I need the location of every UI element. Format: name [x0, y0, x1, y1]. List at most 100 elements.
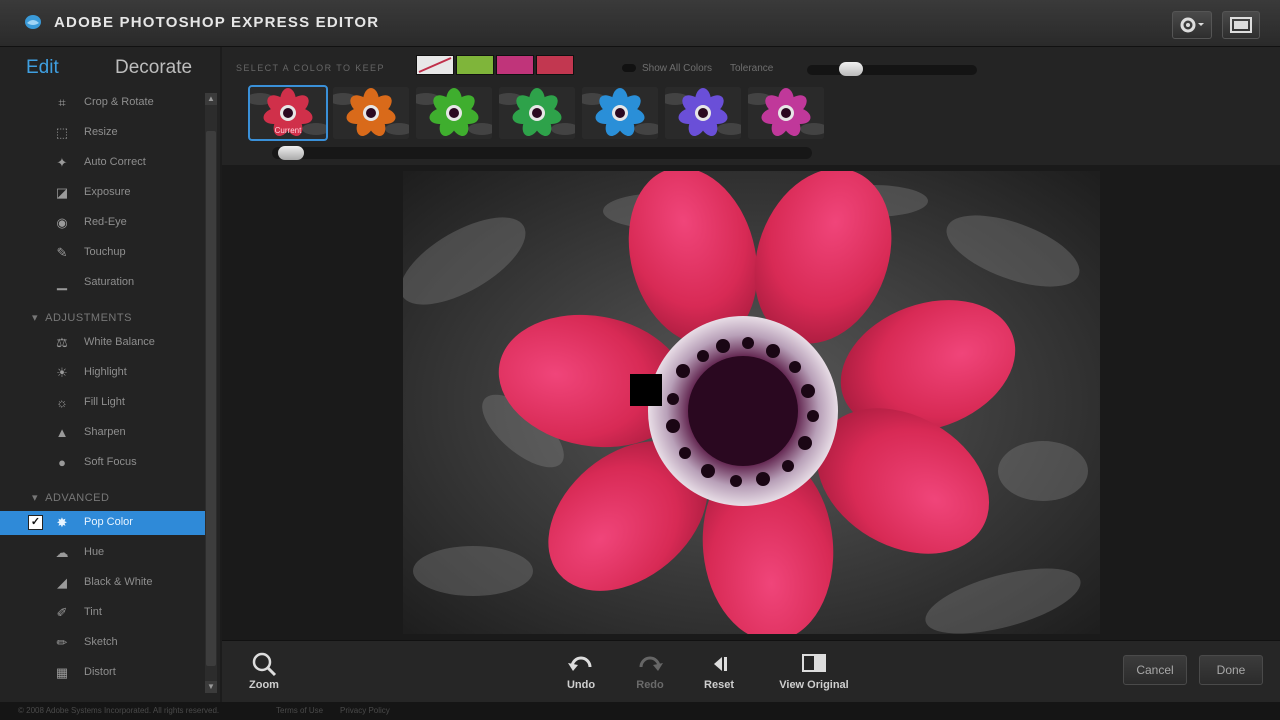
gear-icon [1180, 17, 1204, 33]
sidebar-item-sharpen[interactable]: ▲ Sharpen [0, 421, 205, 445]
sidebar-item-label: Pop Color [84, 516, 133, 528]
sidebar-item-exposure[interactable]: ◪ Exposure [0, 181, 205, 205]
thumbnail-magenta[interactable] [748, 87, 824, 139]
thumbnail-orange[interactable] [333, 87, 409, 139]
sidebar-item-auto-correct[interactable]: ✦ Auto Correct [0, 151, 205, 175]
select-color-label: SELECT A COLOR TO KEEP [236, 63, 385, 73]
sidebar-item-label: Saturation [84, 276, 135, 288]
scroll-down-arrow-icon[interactable]: ▼ [205, 681, 217, 693]
eye-icon: ◉ [56, 215, 68, 230]
exposure-icon: ◪ [55, 185, 69, 200]
sidebar-item-hue[interactable]: ☁ Hue [0, 541, 205, 565]
privacy-link[interactable]: Privacy Policy [340, 706, 390, 715]
flower-thumbnail-image [333, 87, 409, 139]
sidebar-item-saturation[interactable]: ▁ Saturation [0, 271, 205, 295]
pencil-icon: ✏ [56, 635, 68, 650]
color-swatch[interactable] [496, 55, 534, 75]
tolerance-slider-thumb[interactable] [839, 62, 864, 76]
sidebar-item-tint[interactable]: ✐ Tint [0, 601, 205, 625]
sidebar-item-red-eye[interactable]: ◉ Red-Eye [0, 211, 205, 235]
pop-color-options: SELECT A COLOR TO KEEP Show All Colors T… [222, 47, 1280, 165]
app-logo-icon [25, 15, 41, 29]
sidebar-item-fill-light[interactable]: ☼ Fill Light [0, 391, 205, 415]
thumbnail-caption: Current [274, 126, 302, 135]
sidebar-item-label: Exposure [84, 186, 131, 198]
flower-thumbnail-image [582, 87, 658, 139]
tab-decorate[interactable]: Decorate [115, 57, 192, 79]
thumbnail-blue[interactable] [582, 87, 658, 139]
sidebar-item-touchup[interactable]: ✎ Touchup [0, 241, 205, 265]
flower-thumbnail-image [665, 87, 741, 139]
balance-icon: ⚖ [56, 335, 68, 350]
color-swatch[interactable] [416, 55, 454, 75]
sidebar-item-label: Auto Correct [84, 156, 146, 168]
fullscreen-button[interactable] [1222, 11, 1260, 39]
done-button[interactable]: Done [1199, 655, 1263, 685]
drop-icon: ● [58, 455, 66, 470]
sidebar-item-label: Distort [84, 666, 116, 678]
crop-icon: ⌗ [58, 95, 66, 110]
sidebar-item-label: Crop & Rotate [84, 96, 154, 108]
redo-button[interactable]: Redo [610, 649, 690, 697]
sidebar-item-distort[interactable]: ▦ Distort [0, 661, 205, 685]
compare-icon [802, 654, 826, 672]
thumbnail-green-2[interactable] [499, 87, 575, 139]
image-canvas[interactable] [222, 165, 1280, 640]
reset-button[interactable]: Reset [679, 649, 759, 697]
thumbnail-red[interactable]: Current [248, 85, 328, 141]
sidebar-item-sketch[interactable]: ✏ Sketch [0, 631, 205, 655]
flower-thumbnail-image [416, 87, 492, 139]
sidebar-scrollbar[interactable]: ▲ ▼ [205, 93, 217, 693]
advanced-header[interactable]: ▾ ADVANCED [32, 491, 109, 504]
sidebar-item-highlight[interactable]: ☀ Highlight [0, 361, 205, 385]
sidebar-item-pop-color[interactable]: ✓ ✸ Pop Color [0, 511, 205, 535]
thumbnail-scrollbar[interactable] [272, 146, 812, 160]
color-swatch[interactable] [536, 55, 574, 75]
color-thumbnail-strip: Current [248, 85, 830, 143]
show-all-colors-toggle[interactable]: Show All Colors [622, 63, 712, 74]
sidebar: Edit Decorate ⌗ Crop & Rotate ⬚ Resize ✦ Auto… [0, 47, 220, 702]
view-original-button[interactable]: View Original [769, 649, 859, 697]
zoom-button[interactable]: Zoom [224, 649, 304, 697]
hue-icon: ☁ [55, 545, 69, 560]
scroll-up-arrow-icon[interactable]: ▲ [205, 93, 217, 105]
fullscreen-icon [1230, 17, 1252, 33]
fill-light-icon: ☼ [56, 395, 68, 410]
settings-button[interactable] [1172, 11, 1212, 39]
bottom-toolbar: Zoom Undo Redo Reset View Original Cance… [222, 640, 1280, 703]
sidebar-item-white-balance[interactable]: ⚖ White Balance [0, 331, 205, 355]
sidebar-item-resize[interactable]: ⬚ Resize [0, 121, 205, 145]
tab-edit[interactable]: Edit [26, 57, 59, 79]
sharpen-icon: ▲ [55, 425, 69, 440]
cancel-button[interactable]: Cancel [1123, 655, 1187, 685]
resize-icon: ⬚ [55, 125, 69, 140]
toggle-icon [622, 64, 636, 73]
color-swatch[interactable] [456, 55, 494, 75]
sidebar-item-label: Hue [84, 546, 105, 558]
thumbnail-scroll-knob[interactable] [278, 146, 304, 160]
sidebar-item-label: Soft Focus [84, 456, 137, 468]
reset-icon [714, 657, 727, 671]
adjustments-header[interactable]: ▾ ADJUSTMENTS [32, 311, 132, 324]
saturation-icon: ▁ [57, 275, 67, 290]
thumbnail-green[interactable] [416, 87, 492, 139]
sidebar-item-black-white[interactable]: ◢ Black & White [0, 571, 205, 595]
sidebar-item-soft-focus[interactable]: ● Soft Focus [0, 451, 205, 475]
sidebar-item-crop-rotate[interactable]: ⌗ Crop & Rotate [0, 91, 205, 115]
photo-flower[interactable] [403, 171, 1100, 634]
undo-button[interactable]: Undo [541, 649, 621, 697]
sidebar-item-label: Sketch [84, 636, 118, 648]
footer: © 2008 Adobe Systems Incorporated. All r… [0, 702, 1280, 720]
collapse-arrow-icon: ▾ [32, 492, 39, 504]
magnifier-icon [252, 652, 277, 677]
flower-thumbnail-image [499, 87, 575, 139]
bulb-icon: ☀ [56, 365, 68, 380]
no-color-slash-icon [418, 57, 452, 73]
tolerance-slider[interactable] [807, 62, 977, 76]
sidebar-scroll-thumb[interactable] [206, 131, 216, 666]
sidebar-item-label: Touchup [84, 246, 126, 258]
thumbnail-purple[interactable] [665, 87, 741, 139]
copyright-text: © 2008 Adobe Systems Incorporated. All r… [18, 706, 220, 715]
sidebar-item-label: White Balance [84, 336, 155, 348]
terms-link[interactable]: Terms of Use [276, 706, 323, 715]
